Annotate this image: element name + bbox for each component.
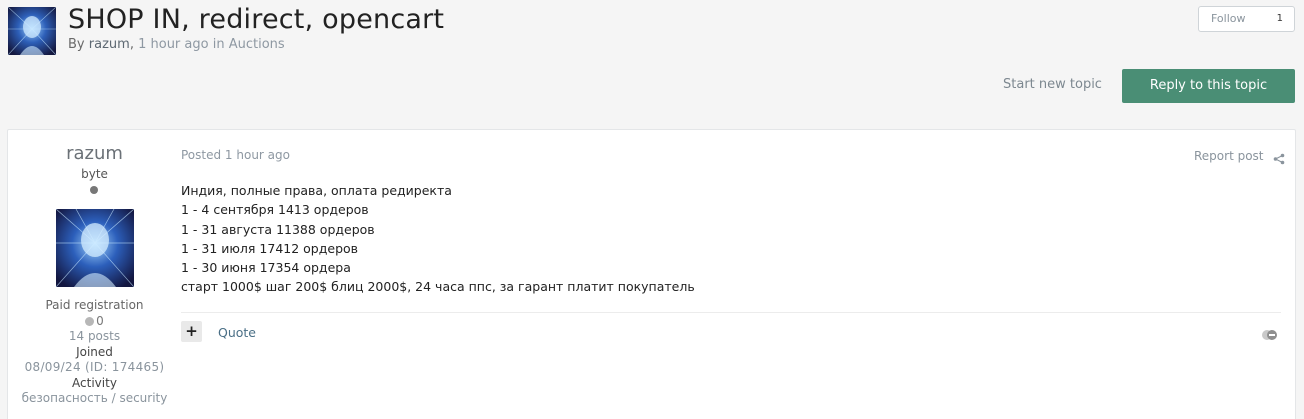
- reputation-value: 0: [96, 314, 104, 328]
- quote-button[interactable]: Quote: [218, 325, 256, 340]
- post-line: Индия, полные права, оплата редиректа: [181, 183, 452, 198]
- byline-author-link[interactable]: razum: [89, 37, 130, 52]
- post-author-avatar[interactable]: [56, 209, 134, 287]
- byline-forum-link[interactable]: Auctions: [229, 37, 285, 52]
- post-line: 1 - 4 сентября 1413 ордеров: [181, 202, 369, 218]
- activity-label: Activity: [72, 376, 117, 390]
- follow-count: 1: [1276, 13, 1283, 24]
- byline-in: in: [212, 37, 225, 52]
- multiquote-plus-button[interactable]: +: [181, 321, 202, 342]
- follow-button[interactable]: Follow 1: [1198, 6, 1295, 32]
- post-author-post-count: 14 posts: [68, 329, 121, 343]
- report-post-link[interactable]: Report post: [1194, 149, 1264, 163]
- reputation-icon: [85, 317, 95, 326]
- byline-time: 1 hour ago: [138, 37, 209, 52]
- post-line: старт 1000$ шаг 200$ блиц 2000$, 24 часа…: [181, 279, 695, 295]
- post-line: 1 - 31 июля 17412 ордеров: [181, 240, 359, 256]
- activity-value: безопасность / security: [21, 391, 168, 405]
- post-author-badge: Paid registration: [45, 298, 144, 312]
- post-author-group: byte: [81, 167, 108, 181]
- joined-value: 08/09/24 (ID: 174465): [24, 360, 165, 374]
- post-author-name[interactable]: razum: [8, 143, 181, 164]
- post-line: 1 - 30 июня 17354 ордера: [181, 260, 351, 276]
- topic-author-avatar[interactable]: [8, 7, 56, 55]
- byline-by: By: [68, 37, 85, 52]
- offline-status-icon: [90, 186, 98, 194]
- post-content: Индия, полные права, оплата редиректа 1 …: [181, 181, 1271, 297]
- joined-label: Joined: [76, 345, 113, 359]
- post-divider: [181, 312, 1281, 313]
- start-new-topic-link[interactable]: Start new topic: [1003, 77, 1102, 92]
- topic-page: SHOP IN, redirect, opencart By razum, 1 …: [0, 0, 1304, 419]
- post-line: 1 - 31 августа 11388 ордеров: [181, 221, 375, 237]
- share-icon[interactable]: [1273, 150, 1285, 165]
- reaction-icon[interactable]: [1260, 326, 1280, 340]
- follow-label: Follow: [1211, 12, 1246, 25]
- post-timestamp[interactable]: Posted 1 hour ago: [181, 148, 290, 162]
- topic-title: SHOP IN, redirect, opencart: [68, 4, 445, 35]
- post-card: razum byte Paid registration 0 14 posts …: [7, 129, 1296, 419]
- reply-to-topic-button[interactable]: Reply to this topic: [1122, 69, 1295, 103]
- post-author-reputation: 0: [8, 314, 181, 328]
- topic-byline: By razum, 1 hour ago in Auctions: [68, 37, 285, 52]
